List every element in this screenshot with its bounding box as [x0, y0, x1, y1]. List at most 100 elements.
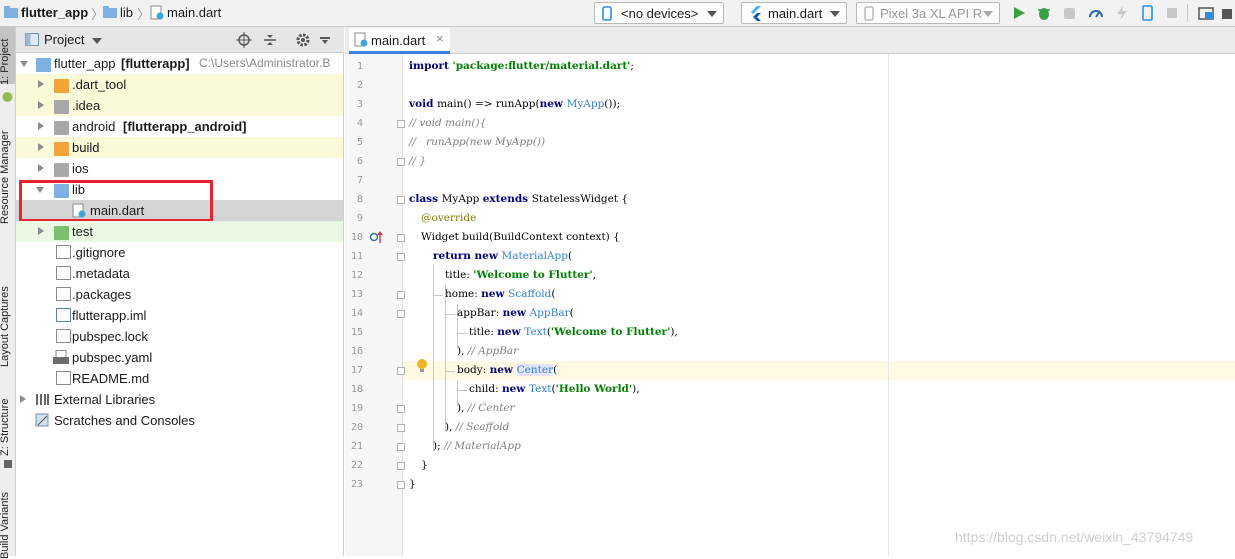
right-margin-guide	[888, 54, 889, 556]
tree-item-flutter-app[interactable]: flutter_app [flutterapp] C:\Users\Admini…	[16, 53, 343, 74]
locate-icon[interactable]	[236, 32, 252, 48]
lightbulb-icon[interactable]	[416, 358, 428, 374]
fold-marker-icon[interactable]	[397, 196, 405, 204]
run-config-label: main.dart	[768, 6, 823, 21]
dart-file-icon	[150, 5, 164, 20]
folder-icon	[54, 121, 69, 135]
hide-panel-icon[interactable]	[319, 35, 331, 45]
expand-arrow-icon[interactable]	[38, 122, 44, 130]
sdk-manager-icon[interactable]	[1220, 5, 1235, 21]
file-icon	[56, 287, 71, 301]
fold-marker-icon[interactable]	[397, 424, 405, 432]
project-structure-icon[interactable]	[1198, 5, 1214, 21]
debug-icon[interactable]	[1036, 5, 1052, 21]
code-token: new	[497, 326, 525, 338]
gear-icon[interactable]	[295, 32, 311, 48]
close-icon[interactable]: ×	[436, 31, 444, 46]
line-number: 5	[356, 137, 363, 148]
line-number: 17	[350, 365, 363, 376]
run-icon[interactable]	[1011, 5, 1027, 21]
side-tab-resource-manager[interactable]: Resource Manager	[0, 130, 11, 224]
expand-arrow-icon[interactable]	[38, 101, 44, 109]
code-token: child:	[469, 383, 502, 395]
line-number: 3	[356, 99, 363, 110]
line-number: 16	[350, 346, 363, 357]
watermark: https://blog.csdn.net/weixin_43794749	[955, 529, 1194, 545]
tree-item-scratches[interactable]: Scratches and Consoles	[16, 410, 343, 431]
editor-tab-main-dart[interactable]: main.dart ×	[349, 28, 450, 54]
fold-marker-icon[interactable]	[397, 481, 405, 489]
expand-arrow-icon[interactable]	[38, 164, 44, 172]
side-tab-build-variants[interactable]: Build Variants	[0, 492, 11, 559]
device-selector[interactable]: <no devices>	[594, 2, 724, 24]
fold-marker-icon[interactable]	[397, 253, 405, 261]
side-tab-structure[interactable]: Z: Structure	[0, 399, 11, 456]
tree-item-flutterapp-iml[interactable]: flutterapp.iml	[16, 305, 343, 326]
fold-marker-icon[interactable]	[397, 310, 405, 318]
fold-marker-icon[interactable]	[397, 367, 405, 375]
line-number: 22	[350, 460, 363, 471]
project-view-label[interactable]: Project	[44, 32, 84, 47]
device-file-icon[interactable]	[1140, 5, 1156, 21]
emulator-selector[interactable]: Pixel 3a XL API R	[856, 2, 1000, 24]
line-number: 14	[350, 308, 363, 319]
chevron-down-icon[interactable]	[92, 38, 102, 44]
fold-marker-icon[interactable]	[397, 234, 405, 242]
editor-tab-label: main.dart	[371, 33, 426, 48]
tree-item-gitignore[interactable]: .gitignore	[16, 242, 343, 263]
indent-guide	[433, 295, 443, 296]
device-selector-label: <no devices>	[621, 6, 699, 21]
side-tab-project[interactable]: 1: Project	[0, 39, 11, 85]
tree-item-label: android	[72, 119, 116, 134]
override-icon[interactable]	[369, 230, 385, 244]
expand-arrow-icon[interactable]	[20, 61, 28, 67]
folder-icon	[54, 163, 69, 177]
side-tab-layout-captures[interactable]: Layout Captures	[0, 286, 11, 367]
fold-marker-icon[interactable]	[397, 405, 405, 413]
collapse-all-icon[interactable]	[262, 32, 278, 48]
tree-item-pubspec-lock[interactable]: pubspec.lock	[16, 326, 343, 347]
fold-marker-icon[interactable]	[397, 120, 405, 128]
tree-item-dart-tool[interactable]: .dart_tool	[16, 74, 343, 95]
code-token: 'Welcome to Flutter'	[473, 269, 593, 281]
stop-icon[interactable]	[1164, 5, 1180, 21]
tree-item-build[interactable]: build	[16, 137, 343, 158]
fold-marker-icon[interactable]	[397, 462, 405, 470]
breadcrumb-project[interactable]: flutter_app	[21, 5, 88, 20]
profile-icon[interactable]	[1088, 5, 1104, 21]
breadcrumb-main-dart[interactable]: main.dart	[167, 5, 221, 20]
line-number: 8	[356, 194, 363, 205]
tree-item-label: pubspec.lock	[72, 329, 148, 344]
code-line-8: class MyApp extends StatelessWidget {	[409, 190, 628, 209]
code-token: MyApp	[441, 193, 483, 205]
expand-arrow-icon[interactable]	[38, 143, 44, 151]
breadcrumb-lib[interactable]: lib	[120, 5, 133, 20]
fold-marker-icon[interactable]	[397, 443, 405, 451]
tree-item-ios[interactable]: ios	[16, 158, 343, 179]
tree-item-external-libraries[interactable]: External Libraries	[16, 389, 343, 410]
tree-item-metadata[interactable]: .metadata	[16, 263, 343, 284]
expand-arrow-icon[interactable]	[38, 80, 44, 88]
hot-reload-icon[interactable]	[1114, 5, 1130, 21]
line-number: 4	[356, 118, 363, 129]
attach-debugger-icon[interactable]	[1062, 5, 1078, 21]
android-icon	[2, 92, 13, 102]
run-config-selector[interactable]: main.dart	[741, 2, 847, 24]
expand-arrow-icon[interactable]	[38, 227, 44, 235]
code-line-3: void main() => runApp(new MyApp());	[409, 95, 620, 114]
tree-item-pubspec-yaml[interactable]: pubspec.yaml	[16, 347, 343, 368]
code-line-14: appBar: new AppBar(	[457, 304, 574, 323]
tree-item-packages[interactable]: .packages	[16, 284, 343, 305]
fold-marker-icon[interactable]	[397, 291, 405, 299]
code-token: new	[481, 288, 509, 300]
tree-item-idea[interactable]: .idea	[16, 95, 343, 116]
code-token: new	[501, 383, 529, 395]
navigation-bar: flutter_app 〉 lib 〉 main.dart <no device…	[0, 0, 1235, 27]
tree-item-label: README.md	[72, 371, 150, 386]
expand-arrow-icon[interactable]	[20, 395, 26, 403]
code-token: (	[569, 307, 574, 319]
tree-item-readme[interactable]: README.md	[16, 368, 343, 389]
tree-item-android[interactable]: android [flutterapp_android]	[16, 116, 343, 137]
tree-item-test[interactable]: test	[16, 221, 343, 242]
fold-marker-icon[interactable]	[397, 158, 405, 166]
